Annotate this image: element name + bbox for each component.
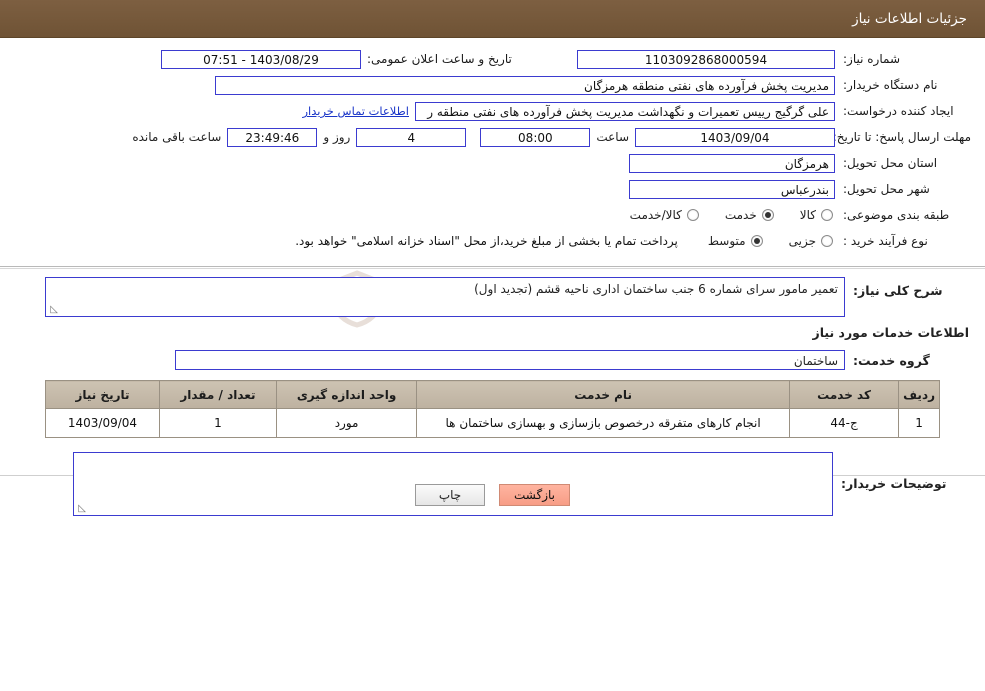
description-label: شرح کلی نیاز: [853, 283, 943, 298]
purchase-type-option-minor-label: جزیی [788, 234, 816, 248]
remaining-days-label: روز و [323, 130, 351, 144]
purchase-type-label: نوع فرآیند خرید : [843, 234, 928, 248]
divider-top-2 [0, 268, 985, 269]
col-name: نام خدمت [416, 380, 790, 409]
table-row: 1 ج-44 انجام کارهای متفرقه درخصوص بازساز… [45, 408, 940, 438]
deadline-label: مهلت ارسال پاسخ: تا تاریخ: [832, 130, 971, 144]
category-option-service[interactable]: خدمت [725, 208, 774, 222]
buyer-org-value[interactable]: مدیریت پخش فرآورده های نفتی منطقه هرمزگا… [215, 75, 835, 95]
radio-icon[interactable] [686, 209, 699, 221]
deadline-date-value[interactable]: 1403/09/04 [635, 127, 835, 147]
description-row: شرح کلی نیاز: تعمیر مامور سرای شماره 6 ج… [14, 277, 971, 317]
cell-name: انجام کارهای متفرقه درخصوص بازسازی و بهس… [416, 408, 790, 438]
service-group-row: گروه خدمت: ساختمان [14, 350, 971, 370]
category-option-goods-label: کالا [799, 208, 816, 222]
description-value: تعمیر مامور سرای شماره 6 جنب ساختمان ادا… [474, 282, 838, 296]
requester-label: ایجاد کننده درخواست: [843, 104, 954, 118]
resize-grip-icon[interactable]: ◺ [48, 305, 58, 315]
description-block: شرح کلی نیاز: تعمیر مامور سرای شماره 6 ج… [0, 277, 985, 370]
radio-icon[interactable] [821, 235, 833, 247]
back-button[interactable]: بازگشت [499, 484, 570, 506]
requester-value[interactable]: علی گرگیج رییس تعمیرات و نگهداشت مدیریت … [415, 101, 835, 121]
col-quantity: تعداد / مقدار [158, 380, 277, 409]
buyer-org-label: نام دستگاه خریدار: [843, 78, 938, 92]
purchase-type-radio-group[interactable]: جزیی متوسط [708, 234, 835, 248]
deadline-hour-value[interactable]: 08:00 [480, 127, 591, 147]
print-button[interactable]: چاپ [415, 484, 485, 506]
row-category: طبقه بندی موضوعی: کالا خدمت کالا/خدمت [14, 204, 971, 226]
service-group-value[interactable]: ساختمان [175, 350, 845, 370]
category-option-goods[interactable]: کالا [800, 208, 833, 222]
public-announce-value[interactable]: 1403/08/29 - 07:51 [161, 49, 361, 69]
need-number-value[interactable]: 1103092868000594 [577, 49, 835, 69]
row-city: شهر محل تحویل: بندرعباس [14, 178, 971, 200]
row-purchase-type: نوع فرآیند خرید : جزیی متوسط پرداخت تمام… [14, 230, 971, 252]
province-value[interactable]: هرمزگان [629, 153, 835, 173]
cell-date: 1403/09/04 [45, 408, 160, 438]
cell-row: 1 [898, 408, 940, 438]
province-label: استان محل تحویل: [843, 156, 938, 170]
page-title: جزئیات اطلاعات نیاز [852, 10, 967, 27]
category-option-goods-service[interactable]: کالا/خدمت [630, 208, 699, 222]
purchase-type-option-medium[interactable]: متوسط [708, 234, 763, 248]
category-option-service-label: خدمت [724, 208, 757, 222]
remaining-days-value[interactable]: 4 [356, 127, 467, 147]
purchase-type-option-minor[interactable]: جزیی [789, 234, 833, 248]
remaining-suffix-label: ساعت باقی مانده [132, 130, 222, 144]
row-deadline: مهلت ارسال پاسخ: تا تاریخ: 1403/09/04 سا… [14, 126, 971, 148]
col-code: کد خدمت [788, 380, 900, 409]
purchase-type-option-medium-label: متوسط [707, 234, 746, 248]
services-section-title: اطلاعات خدمات مورد نیاز [812, 325, 970, 340]
buyer-contact-link[interactable]: اطلاعات تماس خریدار [302, 104, 409, 118]
public-announce-label: تاریخ و ساعت اعلان عمومی: [367, 52, 512, 66]
cell-unit: مورد [275, 408, 418, 438]
radio-icon[interactable] [821, 209, 833, 221]
services-table: ردیف کد خدمت نام خدمت واحد اندازه گیری ت… [45, 380, 940, 438]
row-province: استان محل تحویل: هرمزگان [14, 152, 971, 174]
city-value[interactable]: بندرعباس [629, 179, 835, 199]
need-number-label: شماره نیاز: [843, 52, 900, 66]
need-info-panel: شماره نیاز: 1103092868000594 تاریخ و ساع… [0, 38, 985, 260]
page-body: AriaTender.net شماره نیاز: 1103092868000… [0, 38, 985, 516]
category-label: طبقه بندی موضوعی: [843, 208, 950, 222]
category-radio-group[interactable]: کالا خدمت کالا/خدمت [630, 208, 835, 222]
col-date: تاریخ نیاز [45, 380, 160, 409]
remaining-timer-value[interactable]: 23:49:46 [227, 127, 318, 147]
table-header-row: ردیف کد خدمت نام خدمت واحد اندازه گیری ت… [45, 380, 940, 409]
cell-quantity: 1 [158, 408, 277, 438]
category-option-goods-service-label: کالا/خدمت [629, 208, 682, 222]
city-label: شهر محل تحویل: [843, 182, 930, 196]
row-requester: ایجاد کننده درخواست: علی گرگیج رییس تعمی… [14, 100, 971, 122]
purchase-note: پرداخت تمام یا بخشی از مبلغ خرید،از محل … [295, 234, 678, 248]
row-buyer-org: نام دستگاه خریدار: مدیریت پخش فرآورده ها… [14, 74, 971, 96]
col-unit: واحد اندازه گیری [275, 380, 418, 409]
service-group-label: گروه خدمت: [853, 352, 930, 368]
row-need-number: شماره نیاز: 1103092868000594 تاریخ و ساع… [14, 48, 971, 70]
deadline-hour-label: ساعت [596, 130, 629, 144]
footer-buttons: بازگشت چاپ [0, 484, 985, 506]
description-textarea[interactable]: تعمیر مامور سرای شماره 6 جنب ساختمان ادا… [45, 277, 845, 317]
divider-top [0, 266, 985, 267]
cell-code: ج-44 [788, 408, 900, 438]
col-row: ردیف [898, 380, 940, 409]
radio-icon-selected[interactable] [750, 235, 763, 247]
radio-icon-selected[interactable] [761, 209, 774, 221]
page-header: جزئیات اطلاعات نیاز [0, 0, 985, 38]
